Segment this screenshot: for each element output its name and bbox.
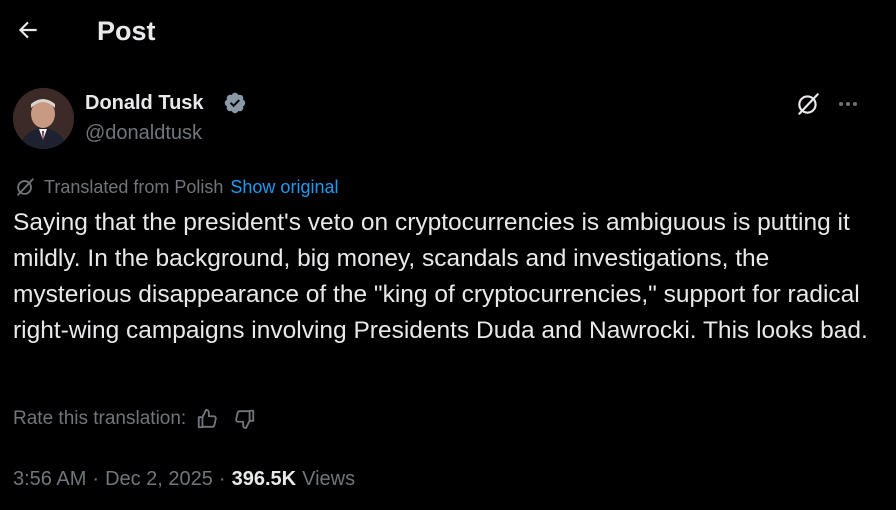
author-handle[interactable]: @donaldtusk — [85, 120, 202, 146]
meta-separator: · — [92, 468, 100, 490]
post-meta: 3:56 AM · Dec 2, 2025 · 396.5K Views — [13, 464, 355, 494]
arrow-left-icon — [18, 21, 37, 39]
views-count: 396.5K — [231, 468, 297, 490]
post-time[interactable]: 3:56 AM — [13, 464, 86, 494]
author-name[interactable]: Donald Tusk — [85, 90, 204, 116]
post-page: Post Donald Tusk @donaldtusk Translated … — [0, 0, 896, 510]
translated-label: Translated from Polish — [44, 177, 224, 197]
rate-translation: Rate this translation: — [13, 405, 258, 433]
thumbs-down-button[interactable] — [232, 406, 258, 432]
thumbs-up-button[interactable] — [194, 406, 220, 432]
post-date[interactable]: Dec 2, 2025 — [105, 464, 213, 494]
translation-info: Translated from Polish Show original — [14, 175, 338, 199]
grok-translate-icon — [17, 178, 34, 196]
rate-translation-label: Rate this translation: — [13, 408, 187, 429]
avatar-image — [13, 88, 74, 149]
grok-button[interactable] — [793, 89, 823, 119]
more-options-button[interactable] — [833, 89, 863, 119]
show-original-link[interactable]: Show original — [230, 175, 338, 199]
thumbs-down-icon — [235, 409, 255, 430]
post-text: Saying that the president's veto on cryp… — [13, 209, 868, 344]
verified-badge-icon — [224, 92, 246, 114]
grok-icon — [798, 93, 819, 115]
page-title: Post — [97, 16, 156, 46]
thumbs-up-icon — [198, 408, 217, 429]
back-button[interactable] — [10, 12, 46, 48]
meta-separator: · — [218, 468, 226, 490]
page-header: Post — [0, 0, 896, 62]
avatar[interactable] — [13, 88, 74, 149]
views-label: Views — [302, 468, 356, 490]
more-horizontal-icon — [839, 102, 857, 106]
